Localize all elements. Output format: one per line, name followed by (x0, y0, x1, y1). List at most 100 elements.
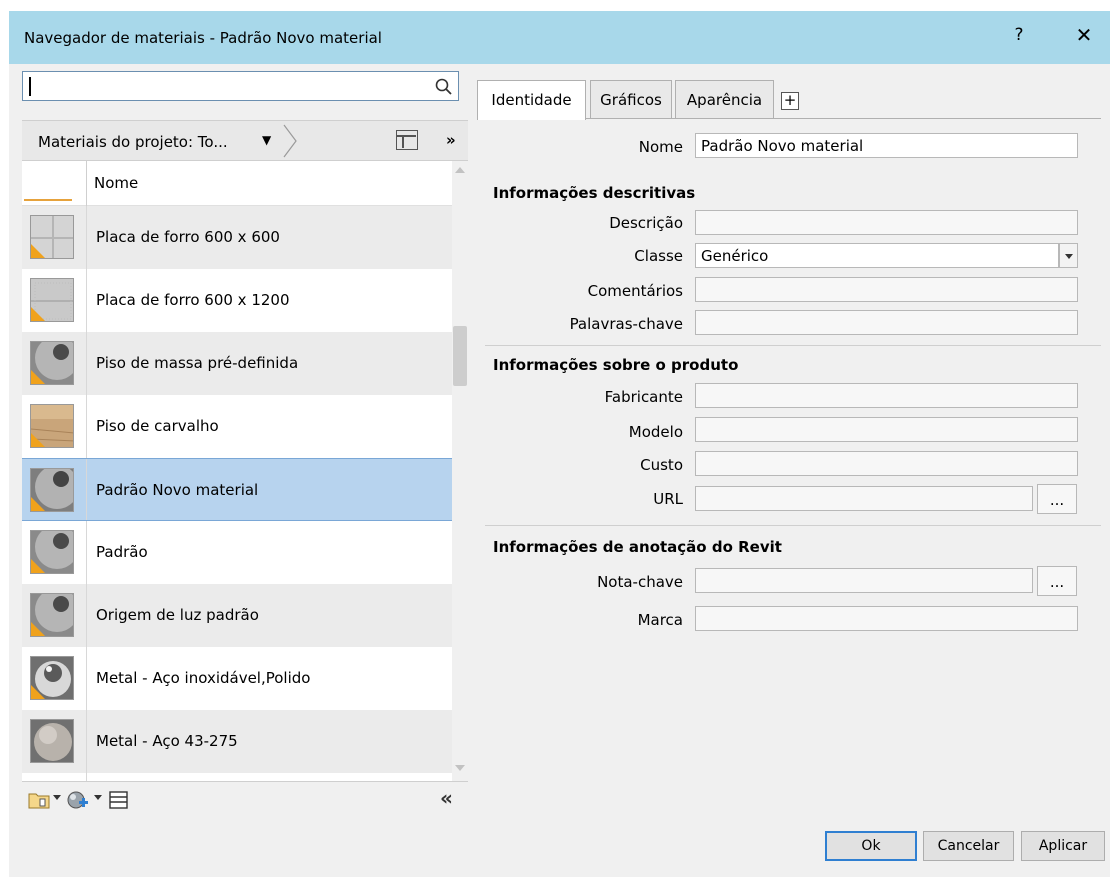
wood-icon (30, 404, 74, 448)
warning-icon (31, 497, 45, 511)
list-item[interactable]: Origem de luz padrão (22, 584, 452, 647)
cancel-button[interactable]: Cancelar (923, 831, 1014, 861)
list-item[interactable]: Metal - Aço 43-275 (22, 710, 452, 773)
column-header-name[interactable]: Nome (94, 174, 138, 192)
mark-field[interactable] (695, 606, 1078, 631)
warning-icon (31, 307, 45, 321)
sphere-gray-icon (30, 593, 74, 637)
list-item-selected[interactable]: Padrão Novo material (22, 458, 452, 521)
warning-icon (31, 559, 45, 573)
sphere-gray-icon (30, 530, 74, 574)
material-name: Placa de forro 600 x 1200 (96, 291, 290, 309)
help-button[interactable]: ? (1009, 25, 1029, 51)
chevron-down-icon[interactable] (94, 795, 102, 800)
more-options-button[interactable]: » (446, 131, 456, 149)
search-box[interactable] (22, 71, 459, 101)
material-name: Piso de massa pré-definida (96, 354, 299, 372)
list-item-partial[interactable] (22, 773, 452, 781)
class-dropdown-icon[interactable] (1059, 243, 1078, 268)
add-tab-button[interactable]: + (781, 92, 799, 110)
tab-identidade[interactable]: Identidade (477, 80, 586, 120)
model-field[interactable] (695, 417, 1078, 442)
search-icon[interactable] (433, 76, 455, 98)
url-field[interactable] (695, 486, 1033, 511)
column-divider (86, 332, 87, 395)
sphere-gray-icon (30, 341, 74, 385)
property-tabs: Identidade Gráficos Aparência + (477, 80, 1097, 120)
cost-field[interactable] (695, 451, 1078, 476)
material-name: Piso de carvalho (96, 417, 219, 435)
section-divider (485, 525, 1101, 526)
warning-icon (31, 685, 45, 699)
name-label: Nome (638, 138, 683, 156)
column-divider (86, 206, 87, 269)
list-header[interactable]: Nome (22, 161, 452, 206)
material-name: Placa de forro 600 x 600 (96, 228, 280, 246)
column-divider (86, 269, 87, 332)
scrollbar-thumb[interactable] (453, 326, 467, 386)
chevron-right-icon (283, 124, 297, 158)
search-input[interactable] (29, 75, 419, 97)
list-item[interactable]: Piso de carvalho (22, 395, 452, 458)
material-name: Origem de luz padrão (96, 606, 259, 624)
list-item[interactable]: Metal - Aço inoxidável,Polido (22, 647, 452, 710)
header-sort-indicator (24, 199, 72, 201)
manufacturer-field[interactable] (695, 383, 1078, 408)
text-cursor (29, 77, 31, 96)
list-item[interactable]: Piso de massa pré-definida (22, 332, 452, 395)
keynote-browse-button[interactable]: ... (1037, 566, 1077, 596)
keynote-field[interactable] (695, 568, 1033, 593)
sphere-gray-icon (30, 468, 74, 512)
tab-aparencia[interactable]: Aparência (675, 80, 774, 118)
column-divider (86, 584, 87, 647)
library-folder-icon[interactable] (28, 790, 50, 810)
keynote-label: Nota-chave (597, 573, 683, 591)
url-browse-button[interactable]: ... (1037, 484, 1077, 514)
material-list: Nome Placa de forro 600 x 600 Placa de f… (22, 161, 452, 781)
list-item[interactable]: Placa de forro 600 x 600 (22, 206, 452, 269)
material-filter-dropdown[interactable]: Materiais do projeto: To... (38, 133, 228, 151)
warning-icon (31, 433, 45, 447)
title-bar: Navegador de materiais - Padrão Novo mat… (9, 11, 1110, 64)
view-layout-icon[interactable] (396, 130, 418, 150)
class-select[interactable]: Genérico (695, 243, 1059, 268)
chevron-down-icon[interactable]: ▼ (262, 133, 271, 147)
column-divider (86, 773, 87, 781)
section-descriptive-title: Informações descritivas (493, 184, 696, 202)
column-divider (86, 161, 87, 206)
sphere-steel-icon (30, 719, 74, 763)
list-scrollbar[interactable] (452, 161, 468, 781)
description-field[interactable] (695, 210, 1078, 235)
list-item[interactable]: Padrão (22, 521, 452, 584)
description-label: Descrição (609, 214, 683, 232)
library-toolbar: « (22, 781, 468, 818)
apply-button[interactable]: Aplicar (1021, 831, 1105, 861)
keywords-label: Palavras-chave (569, 315, 683, 333)
mark-label: Marca (637, 611, 683, 629)
ceiling-tile-600-icon (30, 215, 74, 259)
tab-graficos[interactable]: Gráficos (590, 80, 672, 118)
class-label: Classe (634, 247, 683, 265)
material-name: Metal - Aço inoxidável,Polido (96, 669, 311, 687)
comments-field[interactable] (695, 277, 1078, 302)
scroll-down-arrow-icon[interactable] (455, 765, 465, 771)
scroll-up-arrow-icon[interactable] (455, 167, 465, 173)
column-divider (86, 459, 87, 520)
close-button[interactable]: ✕ (1069, 23, 1099, 53)
list-item[interactable]: Placa de forro 600 x 1200 (22, 269, 452, 332)
chevron-down-icon[interactable] (53, 795, 61, 800)
name-field[interactable]: Padrão Novo material (695, 133, 1078, 158)
column-divider (86, 521, 87, 584)
sphere-chrome-icon (30, 656, 74, 700)
column-divider (86, 647, 87, 710)
cost-label: Custo (640, 456, 683, 474)
asset-browser-icon[interactable] (108, 790, 130, 810)
section-product-title: Informações sobre o produto (493, 356, 739, 374)
material-name: Padrão (96, 543, 148, 561)
keywords-field[interactable] (695, 310, 1078, 335)
create-material-icon[interactable] (66, 790, 90, 810)
ok-button[interactable]: Ok (825, 831, 917, 861)
collapse-panel-button[interactable]: « (440, 786, 453, 810)
manufacturer-label: Fabricante (604, 388, 683, 406)
column-divider (86, 395, 87, 458)
